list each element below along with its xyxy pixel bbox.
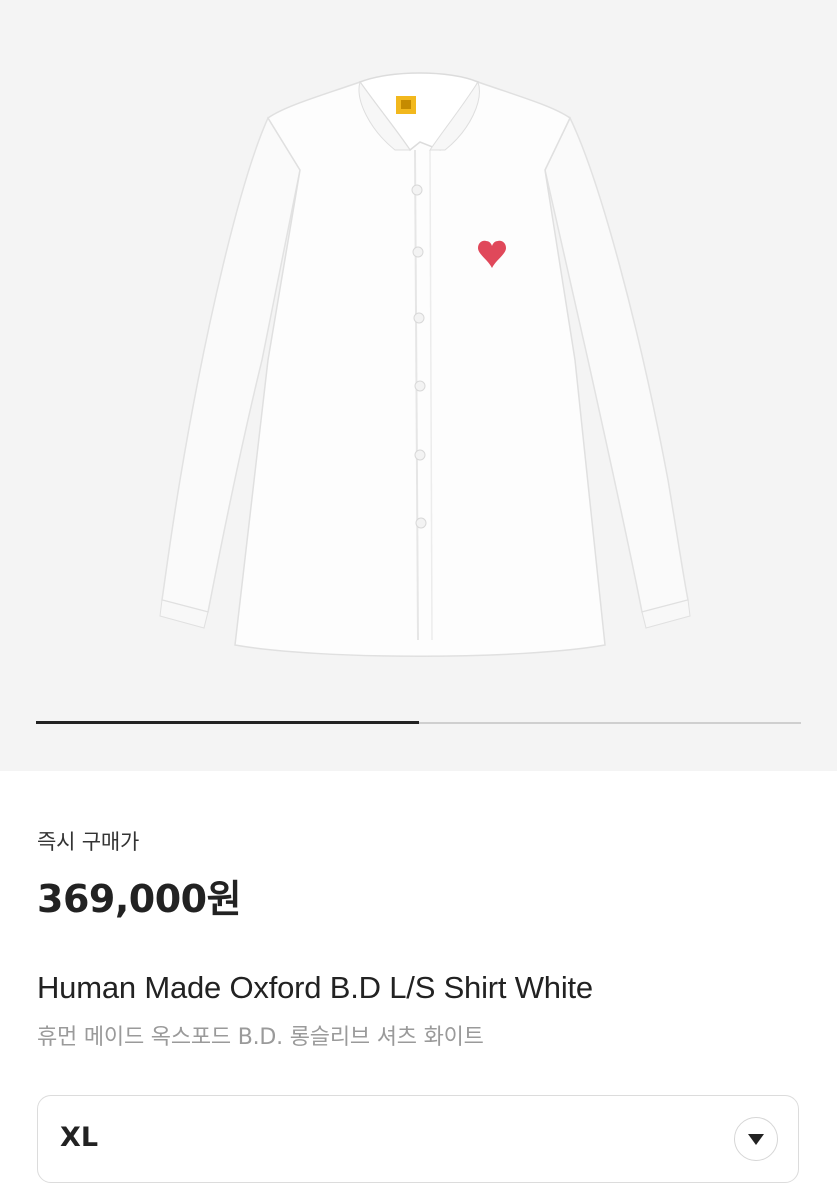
product-title-english: Human Made Oxford B.D L/S Shirt White [37,970,593,1005]
selected-size: XL [60,1122,99,1153]
product-title-korean: 휴먼 메이드 옥스포드 B.D. 롱슬리브 셔츠 화이트 [37,1025,484,1050]
triangle-down-icon [748,1134,764,1145]
product-image [159,72,691,657]
instant-buy-price-label: 즉시 구매가 [37,830,140,854]
gallery-progress-track [36,721,801,724]
price-value: 369,000원 [37,877,242,921]
gallery-progress-fill [36,721,419,724]
size-select[interactable]: XL [37,1095,799,1183]
dropdown-button[interactable] [734,1117,778,1161]
product-image-area[interactable] [0,0,837,771]
